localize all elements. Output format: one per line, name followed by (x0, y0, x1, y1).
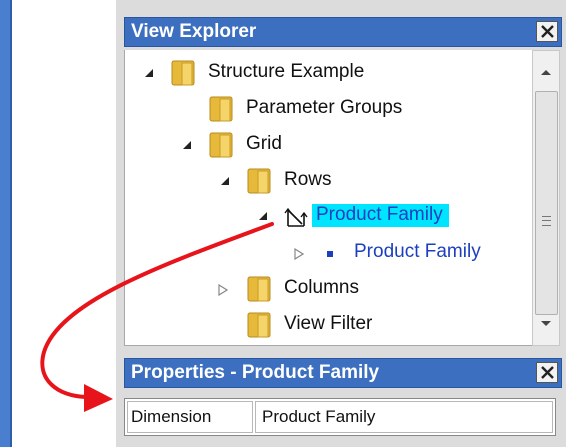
annotation-arrow (40, 222, 274, 412)
annotation-arrow-curve (40, 222, 274, 399)
annotation-arrow-head (84, 384, 113, 412)
